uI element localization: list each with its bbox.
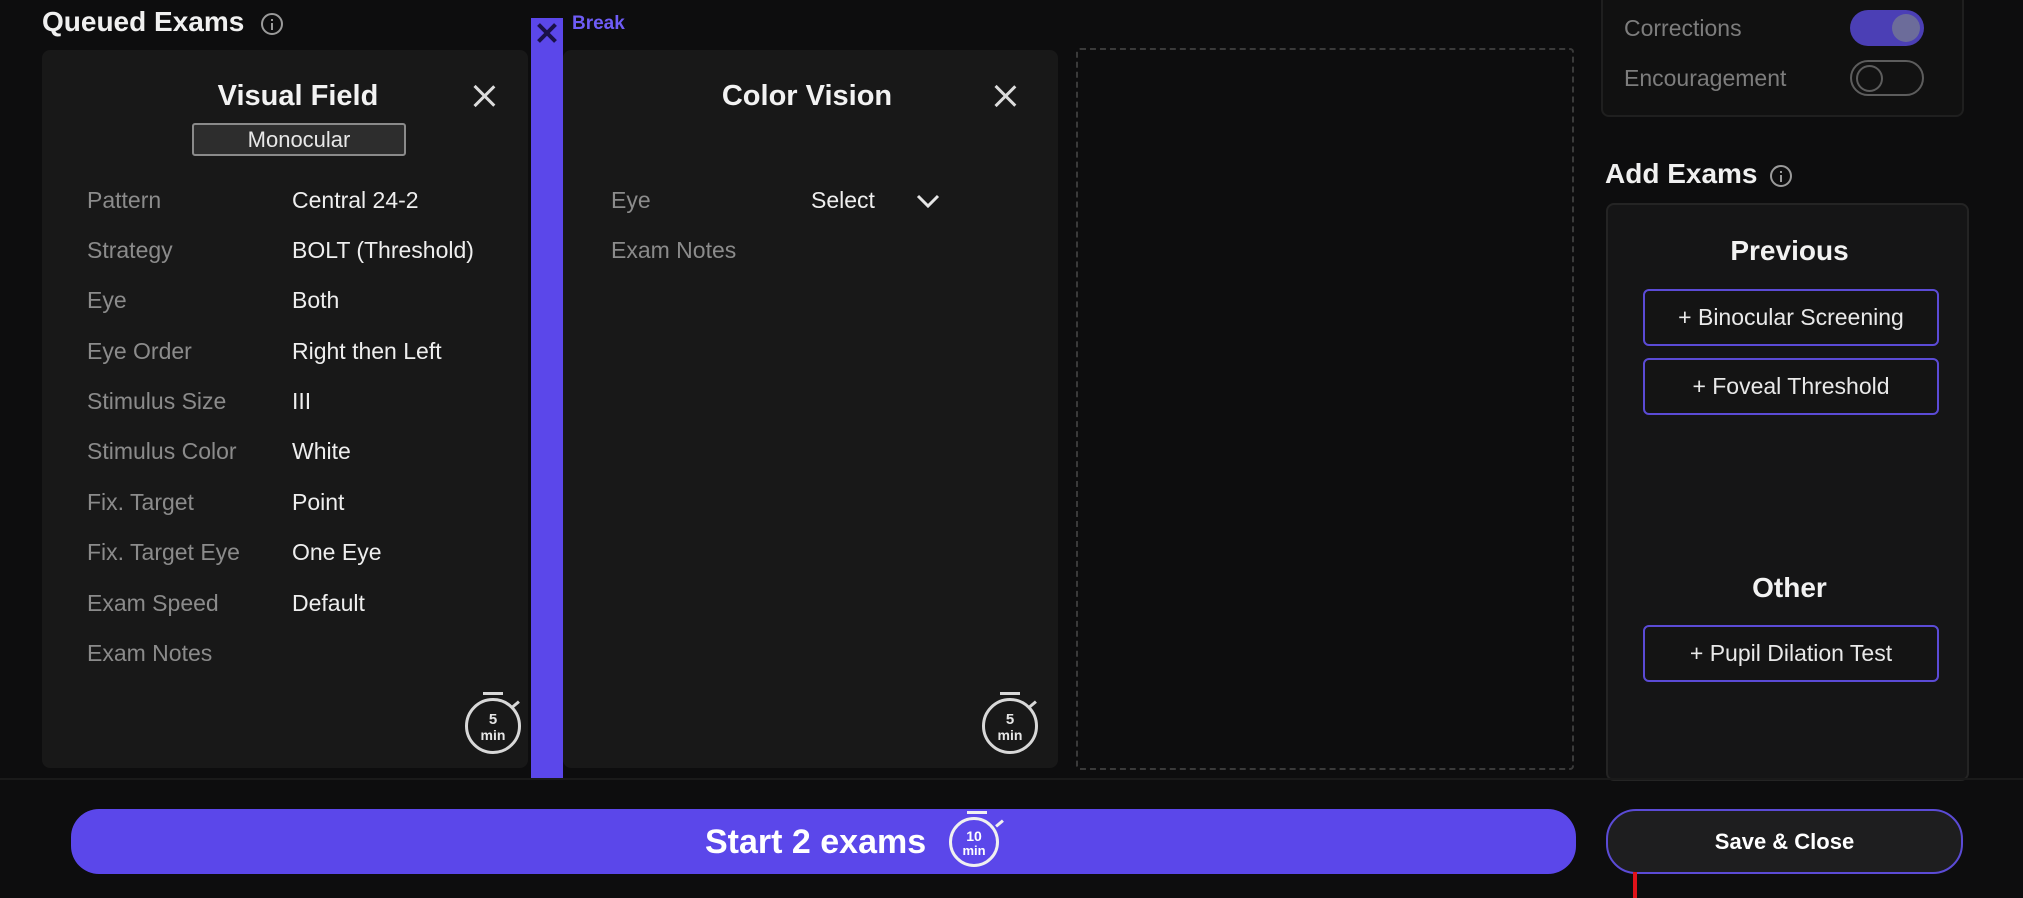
monocular-badge[interactable]: Monocular — [192, 123, 406, 156]
row-value[interactable]: III — [292, 388, 311, 415]
break-divider[interactable] — [531, 18, 563, 778]
row-label: Eye — [87, 287, 127, 313]
encouragement-toggle[interactable] — [1850, 60, 1924, 96]
exam-notes-label: Exam Notes — [87, 640, 213, 666]
add-foveal-threshold-button[interactable]: + Foveal Threshold — [1643, 358, 1939, 415]
timer-icon: 5 min — [982, 692, 1040, 754]
timer-unit: min — [480, 727, 506, 743]
footer-divider — [0, 778, 2023, 780]
cursor-marker — [1633, 872, 1637, 898]
row-label: Pattern — [87, 187, 162, 213]
row-label: Fix. Target — [87, 489, 194, 515]
break-label: Break — [572, 13, 625, 34]
add-exams-header: Add Exams — [1605, 158, 1792, 190]
corrections-toggle[interactable] — [1850, 10, 1924, 46]
row-label: Eye Order — [87, 338, 192, 364]
settings-panel: Corrections Encouragement — [1601, 0, 1964, 117]
chevron-down-icon[interactable] — [915, 192, 941, 210]
row-value[interactable]: BOLT (Threshold) — [292, 237, 474, 264]
remove-break-icon[interactable] — [535, 22, 557, 44]
timer-value: 5 — [1005, 711, 1015, 728]
row-value[interactable]: Both — [292, 287, 339, 314]
add-exams-panel: Previous + Binocular Screening + Foveal … — [1606, 203, 1969, 781]
row-label: Stimulus Color — [87, 438, 237, 464]
queued-exams-header: Queued Exams — [42, 6, 283, 38]
encouragement-label: Encouragement — [1624, 65, 1787, 91]
start-exams-button[interactable]: Start 2 exams 10 min — [71, 809, 1576, 874]
save-close-button[interactable]: Save & Close — [1606, 809, 1963, 874]
add-pupil-dilation-test-button[interactable]: + Pupil Dilation Test — [1643, 625, 1939, 682]
timer-value: 10 — [966, 828, 982, 844]
row-value[interactable]: Point — [292, 489, 344, 516]
exam-drop-zone[interactable] — [1076, 48, 1574, 770]
eye-select[interactable]: Select — [811, 187, 875, 214]
info-icon[interactable] — [1769, 164, 1792, 187]
timer-icon: 5 min — [465, 692, 523, 754]
row-label: Eye — [611, 187, 651, 213]
queued-exams-title: Queued Exams — [42, 6, 245, 37]
row-value[interactable]: Right then Left — [292, 338, 442, 365]
row-label: Strategy — [87, 237, 173, 263]
row-label: Stimulus Size — [87, 388, 227, 414]
row-value[interactable]: White — [292, 438, 351, 465]
timer-icon: 10 min — [949, 811, 1007, 869]
exam-card-title: Color Vision — [721, 80, 893, 112]
timer-unit: min — [962, 843, 986, 858]
timer-value: 5 — [488, 711, 498, 728]
row-value[interactable]: Central 24-2 — [292, 187, 419, 214]
exam-card-visual-field: Visual Field Monocular Pattern Central 2… — [42, 50, 528, 768]
exam-notes-label: Exam Notes — [611, 237, 737, 263]
close-icon[interactable] — [472, 84, 496, 108]
close-icon[interactable] — [993, 84, 1017, 108]
row-label: Fix. Target Eye — [87, 539, 240, 565]
start-exams-label: Start 2 exams — [705, 823, 927, 861]
exam-card-color-vision: Color Vision Eye Select Exam Notes 5 min — [563, 50, 1058, 768]
info-icon[interactable] — [260, 12, 283, 35]
other-heading: Other — [1752, 572, 1827, 603]
timer-unit: min — [997, 727, 1023, 743]
add-exams-title: Add Exams — [1605, 158, 1758, 189]
add-binocular-screening-button[interactable]: + Binocular Screening — [1643, 289, 1939, 346]
row-value[interactable]: One Eye — [292, 539, 382, 566]
row-value[interactable]: Default — [292, 590, 365, 617]
row-label: Exam Speed — [87, 590, 219, 616]
corrections-label: Corrections — [1624, 15, 1742, 41]
previous-heading: Previous — [1730, 235, 1849, 266]
